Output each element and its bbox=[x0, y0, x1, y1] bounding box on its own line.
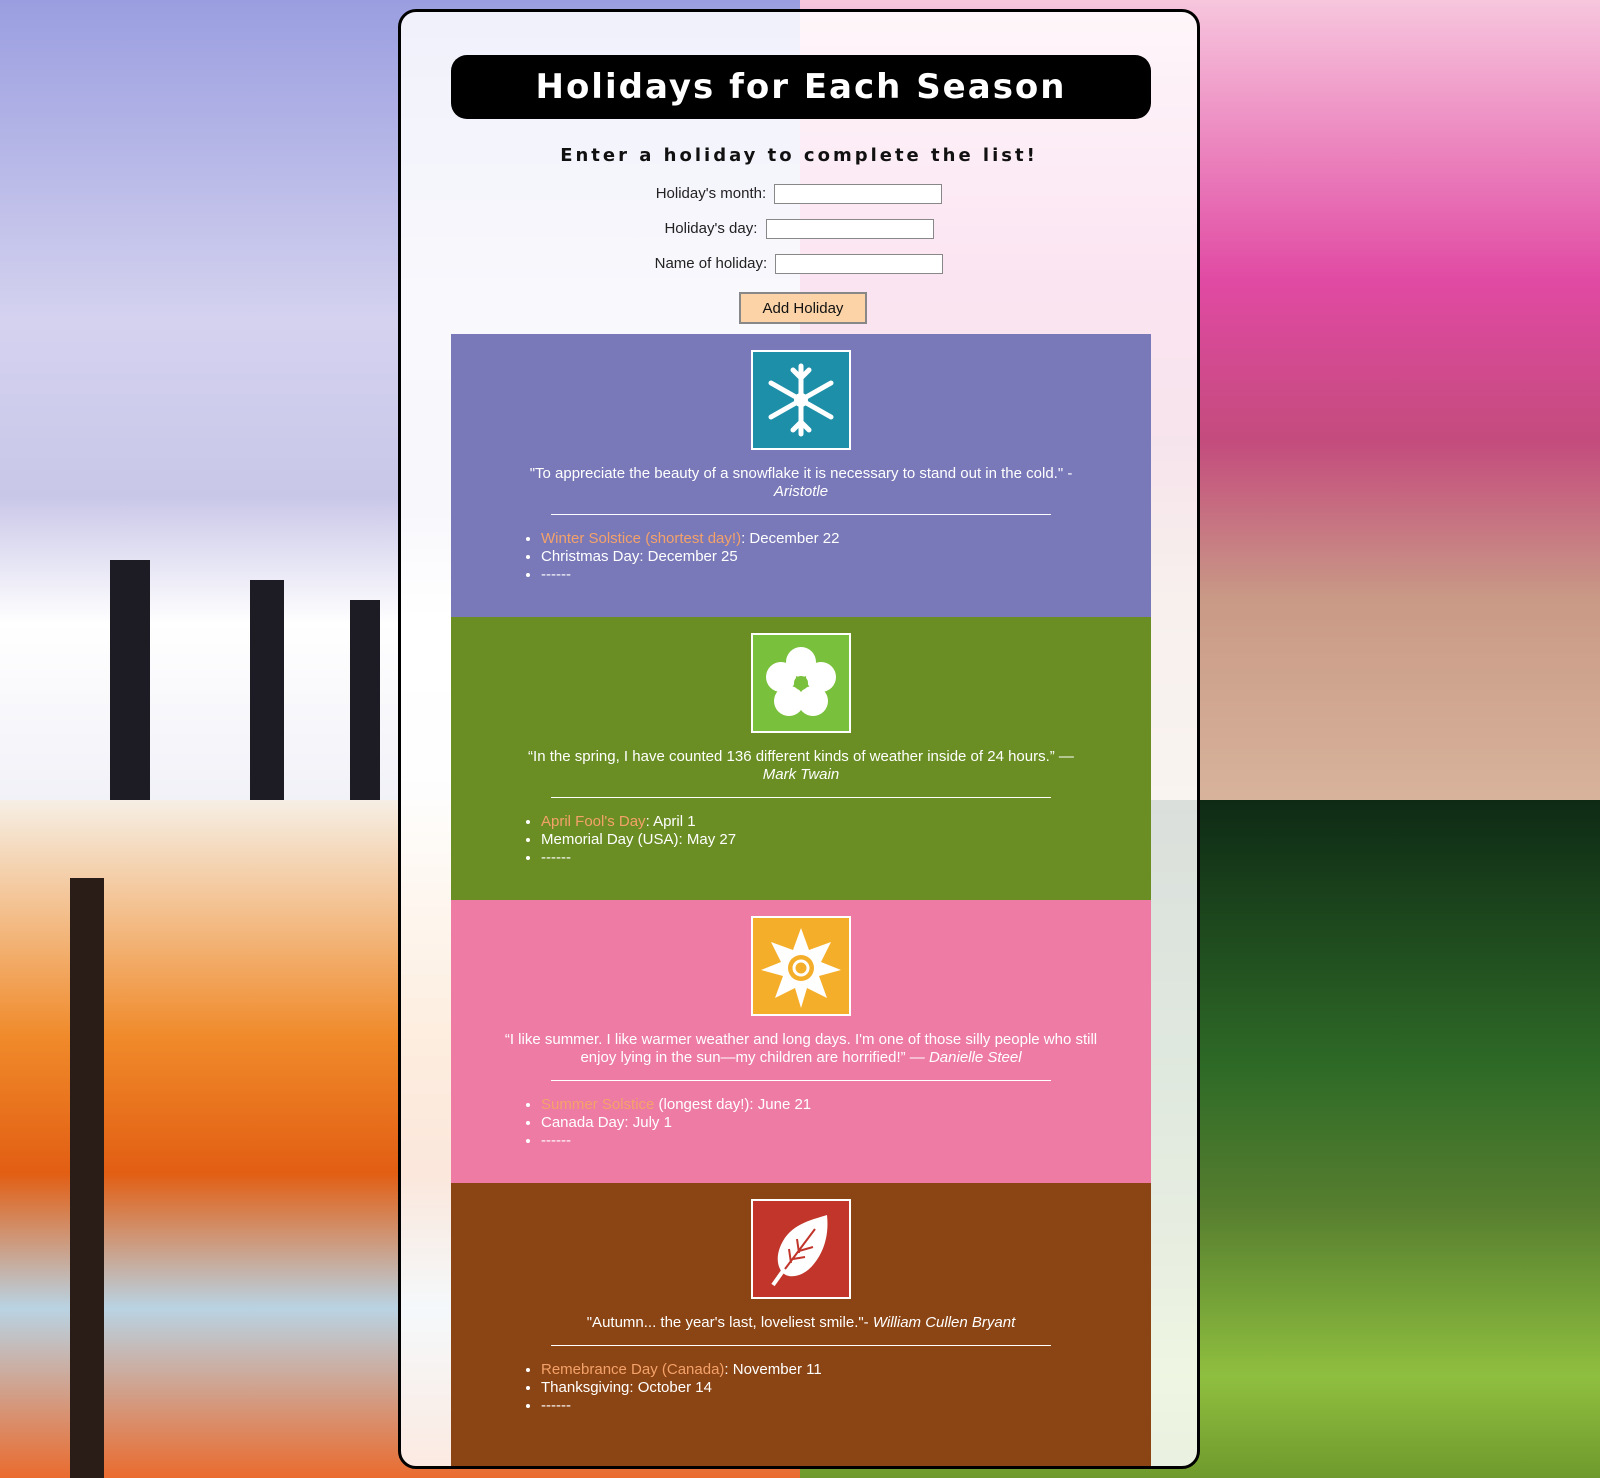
list-item: Remebrance Day (Canada): November 11 bbox=[541, 1361, 822, 1379]
autumn-holiday-list: Remebrance Day (Canada): November 11 Tha… bbox=[523, 1361, 822, 1415]
spring-quote-text: “In the spring, I have counted 136 diffe… bbox=[528, 748, 1074, 765]
page-title: Holidays for Each Season bbox=[451, 55, 1151, 119]
autumn-quote-author: William Cullen Bryant bbox=[872, 1314, 1016, 1331]
winter-holiday-list: Winter Solstice (shortest day!): Decembe… bbox=[523, 530, 839, 584]
day-label: Holiday's day: bbox=[664, 219, 758, 237]
list-item: ------ bbox=[541, 1397, 822, 1415]
list-item: Thanksgiving: October 14 bbox=[541, 1379, 822, 1397]
winter-divider bbox=[551, 514, 1051, 515]
spring-section: “In the spring, I have counted 136 diffe… bbox=[451, 617, 1151, 900]
sun-icon bbox=[751, 916, 851, 1016]
winter-quote: "To appreciate the beauty of a snowflake… bbox=[491, 465, 1111, 501]
day-input[interactable] bbox=[765, 219, 934, 239]
main-panel: Holidays for Each Season Enter a holiday… bbox=[398, 9, 1200, 1469]
list-item: Memorial Day (USA): May 27 bbox=[541, 831, 736, 849]
winter-quote-author: Aristotle bbox=[773, 483, 829, 500]
day-row: Holiday's day: bbox=[401, 219, 1197, 239]
month-input[interactable] bbox=[774, 184, 943, 204]
list-item: ------ bbox=[541, 1132, 811, 1150]
autumn-section: "Autumn... the year's last, loveliest sm… bbox=[451, 1183, 1151, 1466]
list-item: Winter Solstice (shortest day!): Decembe… bbox=[541, 530, 839, 548]
name-input[interactable] bbox=[775, 254, 944, 274]
add-holiday-button[interactable]: Add Holiday bbox=[739, 292, 867, 324]
list-item: Christmas Day: December 25 bbox=[541, 548, 839, 566]
summer-divider bbox=[551, 1080, 1051, 1081]
name-label: Name of holiday: bbox=[654, 254, 768, 272]
list-item: ------ bbox=[541, 849, 736, 867]
autumn-quote-text: "Autumn... the year's last, loveliest sm… bbox=[586, 1314, 869, 1331]
month-row: Holiday's month: bbox=[401, 184, 1197, 204]
list-item: Summer Solstice (longest day!): June 21 bbox=[541, 1096, 811, 1114]
leaf-icon bbox=[751, 1199, 851, 1299]
month-label: Holiday's month: bbox=[655, 184, 767, 202]
list-item: Canada Day: July 1 bbox=[541, 1114, 811, 1132]
winter-quote-text: "To appreciate the beauty of a snowflake… bbox=[529, 465, 1073, 482]
summer-quote-author: Danielle Steel bbox=[928, 1049, 1022, 1066]
name-row: Name of holiday: bbox=[401, 254, 1197, 274]
spring-quote-author: Mark Twain bbox=[762, 766, 840, 783]
snowflake-icon bbox=[751, 350, 851, 450]
summer-quote: “I like summer. I like warmer weather an… bbox=[491, 1031, 1111, 1067]
winter-section: "To appreciate the beauty of a snowflake… bbox=[451, 334, 1151, 617]
page-subtitle: Enter a holiday to complete the list! bbox=[560, 145, 1038, 166]
summer-section: “I like summer. I like warmer weather an… bbox=[451, 900, 1151, 1183]
autumn-divider bbox=[551, 1345, 1051, 1346]
autumn-quote: "Autumn... the year's last, loveliest sm… bbox=[491, 1314, 1111, 1332]
flower-icon bbox=[751, 633, 851, 733]
spring-divider bbox=[551, 797, 1051, 798]
summer-holiday-list: Summer Solstice (longest day!): June 21 … bbox=[523, 1096, 811, 1150]
list-item: ------ bbox=[541, 566, 839, 584]
spring-holiday-list: April Fool's Day: April 1 Memorial Day (… bbox=[523, 813, 736, 867]
list-item: April Fool's Day: April 1 bbox=[541, 813, 736, 831]
spring-quote: “In the spring, I have counted 136 diffe… bbox=[491, 748, 1111, 784]
